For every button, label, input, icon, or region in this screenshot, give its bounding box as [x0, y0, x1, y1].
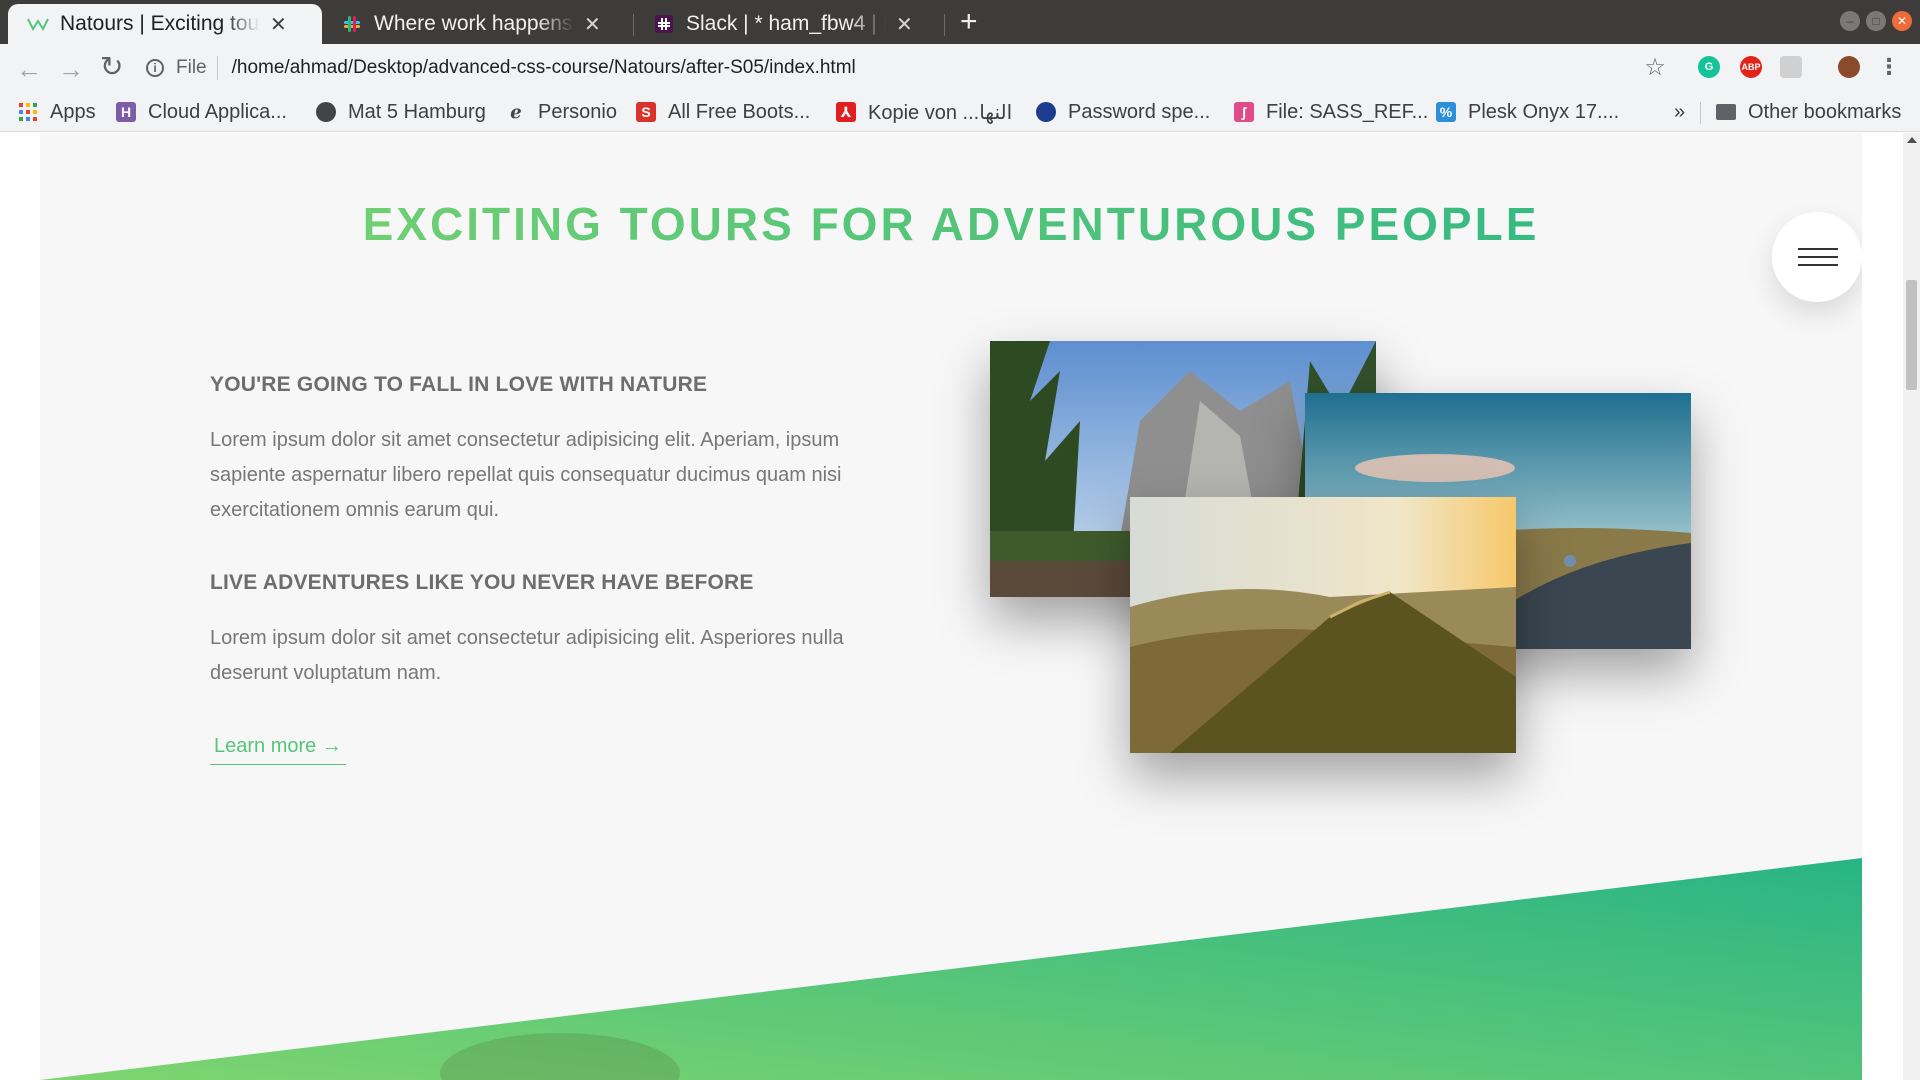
minimize-icon[interactable]: –: [1840, 11, 1860, 31]
bookmark-kopie[interactable]: ⅄ Kopie von ...النها: [836, 98, 1012, 126]
bookmarks-divider: [1700, 102, 1701, 124]
bookmark-label: Kopie von ...النها: [868, 101, 1013, 124]
bookmark-password[interactable]: Password spe...: [1036, 98, 1210, 126]
tab-strip: Natours | Exciting tours for adventurous…: [0, 0, 1920, 44]
bookmark-label: Mat 5 Hamburg: [348, 100, 486, 123]
figma-icon: ʃ: [1234, 102, 1254, 122]
extension-icon[interactable]: [1780, 56, 1802, 78]
folder-icon: [1716, 104, 1736, 120]
bookmarks-overflow-button[interactable]: »: [1674, 98, 1685, 126]
tab-title: Slack | * ham_fbw4 | DCI Slack: [686, 12, 886, 35]
grammarly-icon[interactable]: G: [1698, 56, 1720, 78]
tab-slack-channel[interactable]: Slack | * ham_fbw4 | DCI Slack ✕: [634, 4, 944, 44]
overflow-chevron-icon: »: [1674, 100, 1686, 123]
password-icon: [1036, 102, 1056, 122]
bookmark-personio[interactable]: ℯ Personio: [506, 98, 617, 126]
plesk-icon: %: [1436, 102, 1456, 122]
address-divider: [216, 56, 218, 80]
scrollbar-thumb[interactable]: [1906, 280, 1917, 390]
bookmark-label: Plesk Onyx 17....: [1468, 100, 1620, 123]
bookmark-label: Password spe...: [1068, 100, 1211, 123]
bookmark-mat5[interactable]: Mat 5 Hamburg: [316, 98, 486, 126]
slack-icon: [652, 12, 676, 36]
back-arrow-icon[interactable]: ←: [16, 54, 42, 85]
slack-icon: [340, 12, 364, 36]
bookmark-cloud-app[interactable]: H Cloud Applica...: [116, 98, 287, 126]
bookmark-sass-ref[interactable]: ʃ File: SASS_REF...: [1234, 98, 1428, 126]
adblock-icon[interactable]: ABP: [1740, 56, 1762, 78]
other-bookmarks-label: Other bookmarks: [1748, 100, 1902, 123]
bookmark-bootstrap[interactable]: S All Free Boots...: [636, 98, 810, 126]
info-icon[interactable]: i: [146, 59, 164, 77]
bookmark-plesk[interactable]: % Plesk Onyx 17....: [1436, 98, 1619, 126]
tab-divider: [944, 14, 945, 36]
new-tab-button[interactable]: +: [960, 6, 978, 38]
url-scheme: File: [176, 57, 207, 78]
close-tab-icon[interactable]: ✕: [896, 12, 913, 37]
tab-title: Natours | Exciting tours for adventurous…: [60, 12, 260, 35]
about-section: EXCITING TOURS FOR ADVENTUROUS PEOPLE YO…: [40, 133, 1862, 1080]
cloud-app-icon: H: [116, 102, 136, 122]
address-bar[interactable]: i File /home/ahmad/Desktop/advanced-css-…: [146, 50, 1662, 86]
scroll-up-icon[interactable]: [1907, 137, 1917, 143]
bookmark-apps[interactable]: Apps: [18, 98, 96, 126]
close-tab-icon[interactable]: ✕: [584, 12, 601, 37]
profile-avatar[interactable]: [1838, 56, 1860, 78]
maximize-icon[interactable]: □: [1866, 11, 1886, 31]
personio-icon: ℯ: [510, 101, 522, 122]
bookmarks-bar: Apps H Cloud Applica... Mat 5 Hamburg ℯ …: [0, 92, 1920, 132]
url-text[interactable]: /home/ahmad/Desktop/advanced-css-course/…: [232, 57, 856, 79]
star-bookmark-icon[interactable]: ☆: [1644, 54, 1666, 81]
s-icon: S: [636, 102, 656, 122]
tab-natours[interactable]: Natours | Exciting tours for adventurous…: [8, 4, 322, 44]
reload-icon[interactable]: ↻: [100, 50, 123, 83]
globe-icon: [316, 102, 336, 122]
bookmark-label: All Free Boots...: [668, 100, 811, 123]
tab-slack-home[interactable]: Where work happens | Slack ✕: [322, 4, 632, 44]
close-tab-icon[interactable]: ✕: [270, 12, 287, 37]
close-window-icon[interactable]: ✕: [1892, 11, 1912, 31]
menu-dots-icon[interactable]: ⋮: [1878, 54, 1900, 79]
bookmark-label: Apps: [50, 100, 96, 123]
photo-mountain-ridge[interactable]: [1130, 497, 1516, 753]
other-bookmarks[interactable]: Other bookmarks: [1716, 98, 1901, 126]
tab-title: Where work happens | Slack: [374, 12, 574, 35]
natours-logo-icon: [26, 12, 50, 36]
bookmark-label: Cloud Applica...: [148, 100, 287, 123]
bookmark-label: File: SASS_REF...: [1266, 100, 1429, 123]
pdf-icon: ⅄: [836, 102, 856, 122]
bookmark-label: Personio: [538, 100, 617, 123]
page-viewport: EXCITING TOURS FOR ADVENTUROUS PEOPLE YO…: [0, 133, 1920, 1080]
window-controls: – □ ✕: [1840, 11, 1912, 31]
page-scrollbar[interactable]: [1903, 133, 1920, 1080]
apps-grid-icon: [18, 102, 38, 122]
forward-arrow-icon[interactable]: →: [58, 54, 84, 85]
